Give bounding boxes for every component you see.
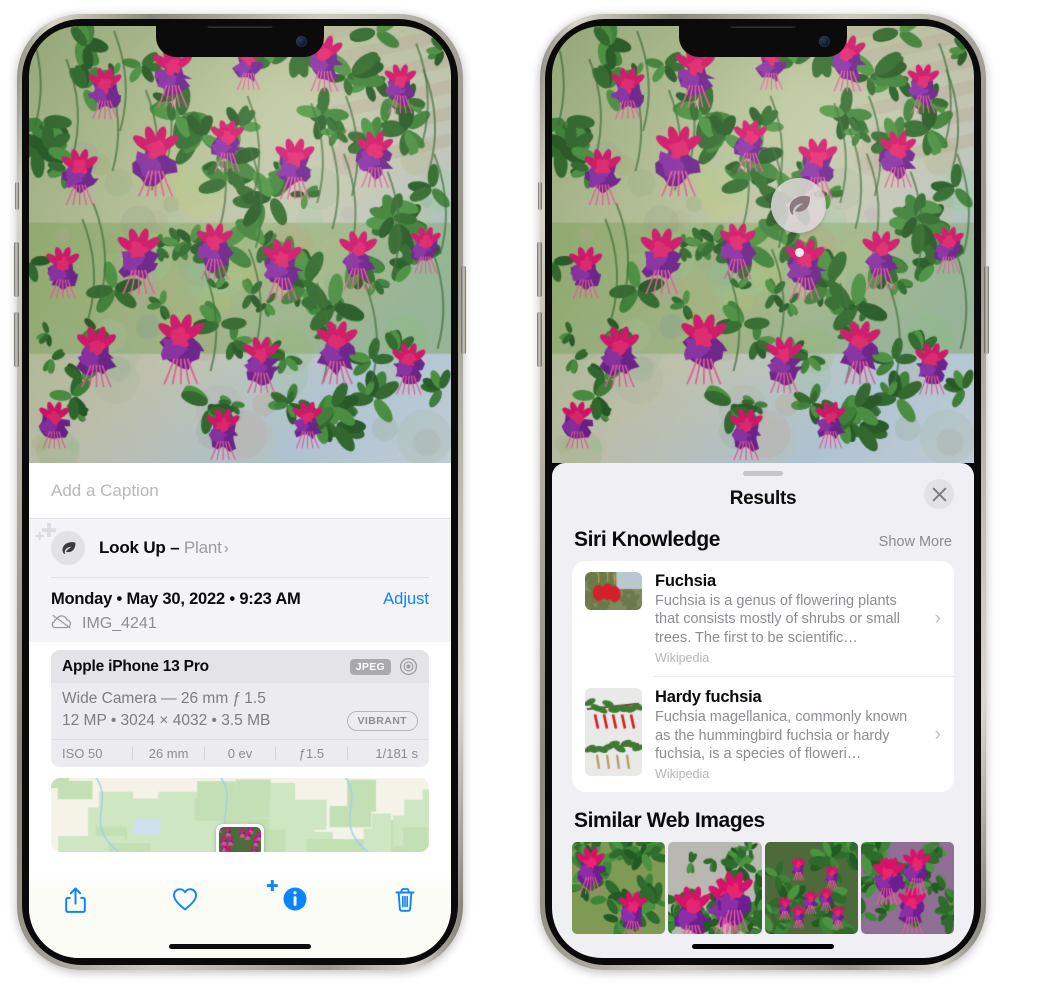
exif-shutter: 1/181 s xyxy=(375,746,419,761)
list-item[interactable]: Fuchsia Fuchsia is a genus of flowering … xyxy=(572,561,954,676)
earpiece-speaker xyxy=(207,26,273,28)
section-title: Similar Web Images xyxy=(574,809,765,833)
siri-knowledge-card: Fuchsia Fuchsia is a genus of flowering … xyxy=(572,561,954,793)
close-button[interactable] xyxy=(924,479,954,509)
look-up-label: Look Up – Plant › xyxy=(99,538,229,558)
sparkle-icon: ✚ ✚ xyxy=(35,521,57,543)
result-source: Wikipedia xyxy=(655,651,710,666)
silent-switch[interactable] xyxy=(15,182,19,210)
look-up-block: ✚ ✚ Look Up – Plant › xyxy=(29,519,451,578)
result-title: Hardy fuchsia xyxy=(655,688,762,707)
chevron-right-icon: › xyxy=(223,540,229,557)
section-title: Siri Knowledge xyxy=(574,528,721,551)
similar-web-images-header: Similar Web Images xyxy=(552,792,974,842)
volume-down-button[interactable] xyxy=(14,312,19,367)
web-image-thumbnail[interactable] xyxy=(860,842,954,935)
list-item[interactable]: Hardy fuchsia Fuchsia magellanica, commo… xyxy=(572,677,954,792)
web-image-thumbnail[interactable] xyxy=(572,842,666,935)
look-up-title: Look Up – xyxy=(99,538,184,557)
sparkle-icon: ✚ xyxy=(266,878,279,895)
caption-placeholder: Add a Caption xyxy=(51,480,159,500)
volume-up-button[interactable] xyxy=(14,242,19,297)
photo-date: Monday • May 30, 2022 • 9:23 AM xyxy=(51,590,301,608)
page-title: Results xyxy=(729,488,797,509)
earpiece-speaker xyxy=(730,26,796,28)
similar-web-images-grid xyxy=(552,842,974,935)
chevron-right-icon: › xyxy=(934,607,941,629)
volume-down-button[interactable] xyxy=(537,312,542,367)
lens-info: Wide Camera — 26 mm ƒ 1.5 xyxy=(62,690,266,707)
visual-look-up-anchor-dot xyxy=(795,248,804,257)
screenshot-stage: Add a Caption ✚ ✚ Look Up – Plant › Mond… xyxy=(0,0,1055,985)
left-screen: Add a Caption ✚ ✚ Look Up – Plant › Mond… xyxy=(29,26,451,958)
caption-field[interactable]: Add a Caption xyxy=(29,463,451,519)
exif-row: ISO 50 26 mm 0 ev ƒ1.5 1/181 s xyxy=(51,739,429,767)
icloud-slash-icon xyxy=(51,614,72,634)
power-button[interactable] xyxy=(984,266,989,354)
photo-info-sheet: Add a Caption ✚ ✚ Look Up – Plant › Mond… xyxy=(29,463,451,958)
right-screen: Results Siri Knowledge Show More Fuchsia… xyxy=(552,26,974,958)
result-source: Wikipedia xyxy=(655,767,710,782)
exif-aperture: ƒ1.5 xyxy=(298,746,325,761)
camera-model: Apple iPhone 13 Pro xyxy=(62,657,209,675)
web-image-thumbnail[interactable] xyxy=(764,842,858,935)
share-button[interactable] xyxy=(55,886,95,915)
siri-knowledge-header: Siri Knowledge Show More xyxy=(552,522,974,561)
chevron-right-icon: › xyxy=(934,723,941,745)
front-camera-icon xyxy=(296,36,307,47)
info-button[interactable]: ✚ xyxy=(266,879,315,912)
web-image-thumbnail[interactable] xyxy=(668,842,762,935)
exif-iso: ISO 50 xyxy=(62,746,103,761)
home-indicator[interactable] xyxy=(692,944,834,949)
front-camera-icon xyxy=(819,36,830,47)
map-photo-pin[interactable] xyxy=(216,824,264,852)
photo-filename: IMG_4241 xyxy=(82,615,157,632)
location-map[interactable] xyxy=(51,778,429,852)
notch xyxy=(156,26,324,57)
show-more-button[interactable]: Show More xyxy=(879,534,952,550)
delete-button[interactable] xyxy=(385,886,425,914)
results-sheet: Results Siri Knowledge Show More Fuchsia… xyxy=(552,463,974,958)
photo-viewer[interactable] xyxy=(29,26,451,463)
exif-focal: 26 mm xyxy=(148,746,189,761)
result-thumbnail xyxy=(585,572,642,610)
photo-style-badge: VIBRANT xyxy=(346,711,418,731)
power-button[interactable] xyxy=(461,266,466,354)
right-phone: Results Siri Knowledge Show More Fuchsia… xyxy=(537,14,989,970)
photo-viewer[interactable] xyxy=(552,26,974,463)
results-header: Results xyxy=(552,476,974,522)
adjust-button[interactable]: Adjust xyxy=(383,590,429,609)
result-description: Fuchsia magellanica, commonly known as t… xyxy=(655,709,908,763)
volume-up-button[interactable] xyxy=(537,242,542,297)
home-indicator[interactable] xyxy=(169,944,311,949)
look-up-row[interactable]: ✚ ✚ Look Up – Plant › xyxy=(35,519,429,577)
leaf-icon: ✚ ✚ xyxy=(35,522,85,565)
left-phone: Add a Caption ✚ ✚ Look Up – Plant › Mond… xyxy=(14,14,466,970)
silent-switch[interactable] xyxy=(538,182,542,210)
format-badge: JPEG xyxy=(349,658,391,675)
result-title: Fuchsia xyxy=(655,572,716,590)
notch xyxy=(679,26,847,57)
aperture-icon xyxy=(399,657,418,676)
look-up-subject: Plant xyxy=(183,538,222,557)
favorite-button[interactable] xyxy=(165,886,205,912)
result-thumbnail xyxy=(585,688,642,777)
visual-look-up-badge[interactable] xyxy=(771,178,826,233)
image-specs: 12 MP • 3024 × 4032 • 3.5 MB xyxy=(62,712,271,729)
result-description: Fuchsia is a genus of flowering plants t… xyxy=(655,593,900,646)
camera-info-card: Apple iPhone 13 Pro JPEG Wide Camera — 2… xyxy=(51,650,429,767)
exif-ev: 0 ev xyxy=(227,746,253,761)
photo-metadata: Monday • May 30, 2022 • 9:23 AM Adjust I… xyxy=(29,578,451,642)
